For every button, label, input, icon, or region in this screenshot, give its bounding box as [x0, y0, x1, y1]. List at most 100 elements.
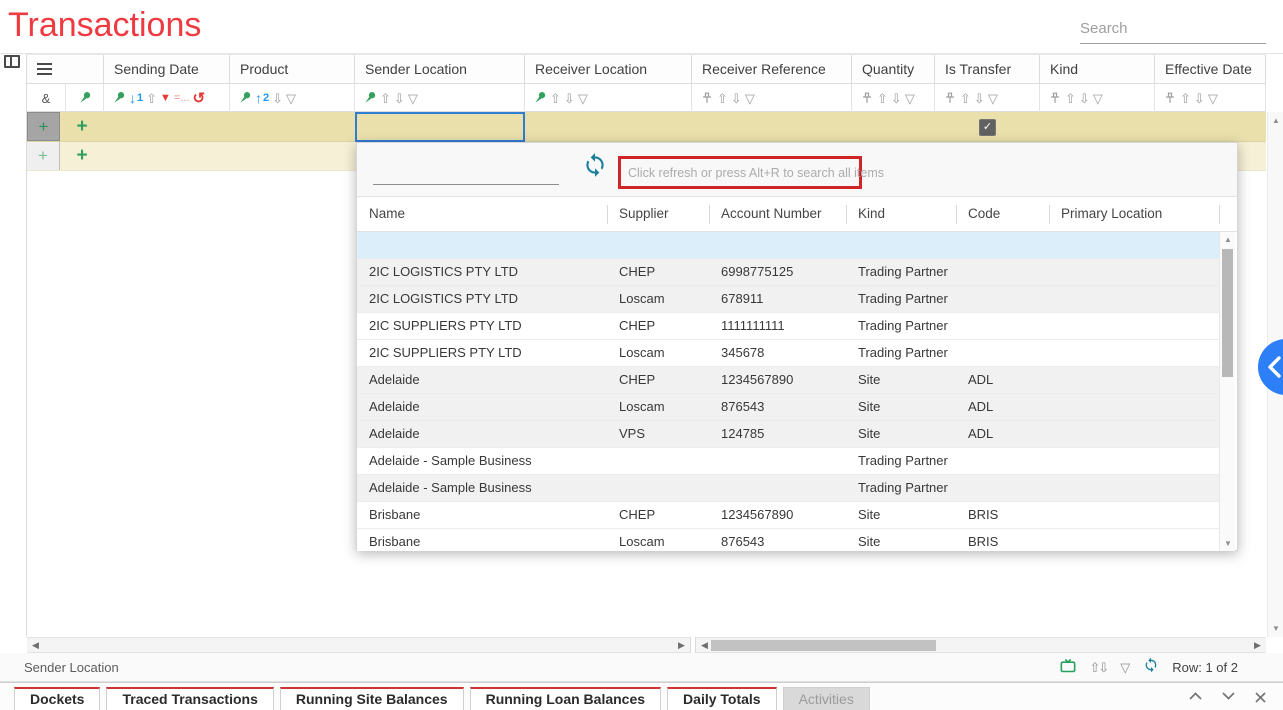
- tab-activities[interactable]: Activities: [783, 687, 870, 710]
- location-row[interactable]: 2IC LOGISTICS PTY LTDLoscam678911Trading…: [357, 286, 1219, 313]
- filter-cell-kind[interactable]: ⇧⇩▽: [1040, 84, 1155, 112]
- filter-icon[interactable]: ▽: [1120, 660, 1130, 676]
- scroll-right-icon[interactable]: ▶: [1251, 639, 1264, 652]
- col-header-kind[interactable]: Kind: [1040, 55, 1155, 85]
- popup-scrollbar[interactable]: ▲ ▼: [1219, 232, 1235, 551]
- col-header-sender-location[interactable]: Sender Location: [355, 55, 525, 85]
- filter-cell-product[interactable]: ↑2⇩▽: [230, 84, 355, 112]
- filter-cell-sender-location[interactable]: ⇧⇩▽: [355, 84, 525, 112]
- tab-daily-totals[interactable]: Daily Totals: [667, 687, 777, 710]
- cell-name: Adelaide: [357, 421, 607, 448]
- grid-row-1[interactable]: + + ✓: [27, 112, 1266, 142]
- col-header-is-transfer[interactable]: Is Transfer: [935, 55, 1040, 85]
- sort-desc-icon: ⇩: [731, 85, 742, 112]
- refresh-icon[interactable]: [582, 152, 608, 178]
- cell-account-number: 678911: [709, 286, 846, 313]
- cell-code: [956, 259, 1049, 286]
- close-icon[interactable]: [1254, 691, 1267, 704]
- scrollbar-thumb[interactable]: [1222, 249, 1233, 377]
- filter-icon: ▽: [905, 85, 915, 112]
- sort-asc-icon: ⇧: [550, 85, 561, 112]
- location-row[interactable]: BrisbaneCHEP1234567890SiteBRIS: [357, 502, 1219, 529]
- cell-supplier: [607, 475, 709, 502]
- transactions-window: Transactions Sending DateProductSender L…: [0, 0, 1283, 710]
- popup-col-header-code[interactable]: Code: [956, 197, 1049, 232]
- col-header-receiver-location[interactable]: Receiver Location: [525, 55, 692, 85]
- location-row[interactable]: 2IC SUPPLIERS PTY LTDCHEP1111111111Tradi…: [357, 313, 1219, 340]
- popup-search-input[interactable]: [373, 157, 559, 185]
- scroll-up-icon[interactable]: ▲: [1268, 116, 1283, 125]
- location-row[interactable]: Adelaide - Sample BusinessTrading Partne…: [357, 475, 1219, 502]
- chevron-down-icon[interactable]: [1221, 691, 1236, 704]
- location-row[interactable]: Adelaide - Sample BusinessTrading Partne…: [357, 448, 1219, 475]
- filter-cell-effective-date[interactable]: ⇧⇩▽: [1155, 84, 1266, 112]
- cell-account-number: [709, 448, 846, 475]
- scroll-left-icon[interactable]: ◀: [29, 639, 42, 652]
- cell-code: BRIS: [956, 502, 1049, 529]
- col-header-sending-date[interactable]: Sending Date: [104, 55, 230, 85]
- cell-name: 2IC SUPPLIERS PTY LTD: [357, 313, 607, 340]
- col-header-effective-date[interactable]: Effective Date: [1155, 55, 1266, 85]
- location-row[interactable]: [357, 232, 1219, 259]
- scroll-up-icon[interactable]: ▲: [1220, 235, 1236, 244]
- location-row[interactable]: AdelaideVPS124785SiteADL: [357, 421, 1219, 448]
- cell-kind: Trading Partner: [846, 340, 956, 367]
- popup-col-header-account-number[interactable]: Account Number: [709, 197, 846, 232]
- filter-pin-cell[interactable]: [66, 84, 104, 112]
- sort-icon[interactable]: ⇧⇩: [1089, 660, 1107, 676]
- col-header-receiver-reference[interactable]: Receiver Reference: [692, 55, 852, 85]
- scroll-left-icon[interactable]: ◀: [698, 639, 711, 652]
- refresh-icon[interactable]: [1143, 657, 1159, 678]
- scrollbar-thumb[interactable]: [711, 640, 936, 651]
- filter-cell-is-transfer[interactable]: ⇧⇩▽: [935, 84, 1040, 112]
- cell-account-number: 876543: [709, 529, 846, 551]
- menu-icon[interactable]: [37, 63, 52, 78]
- filter-cell-receiver-location[interactable]: ⇧⇩▽: [525, 84, 692, 112]
- popup-col-header-kind[interactable]: Kind: [846, 197, 956, 232]
- location-row[interactable]: 2IC SUPPLIERS PTY LTDLoscam345678Trading…: [357, 340, 1219, 367]
- add-icon[interactable]: +: [60, 112, 104, 141]
- location-row[interactable]: AdelaideLoscam876543SiteADL: [357, 394, 1219, 421]
- cell-supplier: CHEP: [607, 313, 709, 340]
- location-row[interactable]: 2IC LOGISTICS PTY LTDCHEP6998775125Tradi…: [357, 259, 1219, 286]
- popup-col-header-name[interactable]: Name: [357, 197, 607, 232]
- filter-cell-sending-date[interactable]: ↓1⇧▼=...↺: [104, 84, 230, 112]
- filter-group-operator[interactable]: &: [27, 84, 66, 112]
- is-transfer-checkbox[interactable]: ✓: [979, 119, 996, 136]
- cell-primary-location: [1049, 475, 1219, 502]
- sender-location-editor-cell[interactable]: [355, 112, 525, 142]
- hscrollbar-right-pane[interactable]: ◀ ▶: [695, 637, 1266, 653]
- location-row[interactable]: BrisbaneLoscam876543SiteBRIS: [357, 529, 1219, 551]
- row-indicator-1[interactable]: +: [27, 112, 60, 141]
- col-header-quantity[interactable]: Quantity: [852, 55, 935, 85]
- popup-table-body: 2IC LOGISTICS PTY LTDCHEP6998775125Tradi…: [357, 232, 1237, 551]
- filter-cell-receiver-reference[interactable]: ⇧⇩▽: [692, 84, 852, 112]
- page-title: Transactions: [8, 6, 201, 45]
- scroll-down-icon[interactable]: ▼: [1268, 624, 1283, 633]
- add-icon[interactable]: +: [60, 142, 104, 170]
- grid-corner-header[interactable]: [27, 55, 104, 85]
- tab-traced-transactions[interactable]: Traced Transactions: [106, 687, 273, 710]
- tab-running-site-balances[interactable]: Running Site Balances: [280, 687, 464, 710]
- column-chooser-icon[interactable]: [4, 55, 20, 68]
- cell-code: ADL: [956, 367, 1049, 394]
- chevron-up-icon[interactable]: [1188, 691, 1203, 704]
- search-input[interactable]: [1080, 14, 1266, 44]
- tab-running-loan-balances[interactable]: Running Loan Balances: [470, 687, 661, 710]
- sort-asc-icon: ⇧: [146, 85, 157, 112]
- scroll-right-icon[interactable]: ▶: [675, 639, 688, 652]
- filter-cell-quantity[interactable]: ⇧⇩▽: [852, 84, 935, 112]
- tab-dockets[interactable]: Dockets: [14, 687, 100, 710]
- popup-col-header-supplier[interactable]: Supplier: [607, 197, 709, 232]
- cell-supplier: Loscam: [607, 340, 709, 367]
- scroll-down-icon[interactable]: ▼: [1220, 539, 1236, 548]
- monitor-icon[interactable]: [1060, 658, 1076, 678]
- col-header-product[interactable]: Product: [230, 55, 355, 85]
- hscrollbar-left-pane[interactable]: ◀ ▶: [27, 637, 691, 653]
- popup-col-header-primary-location[interactable]: Primary Location: [1049, 197, 1219, 232]
- cell-kind: Site: [846, 394, 956, 421]
- location-row[interactable]: AdelaideCHEP1234567890SiteADL: [357, 367, 1219, 394]
- location-lookup-popup: Click refresh or press Alt+R to search a…: [356, 142, 1238, 551]
- row-indicator-2[interactable]: +: [27, 142, 60, 170]
- expand-panel-button[interactable]: [1258, 339, 1283, 395]
